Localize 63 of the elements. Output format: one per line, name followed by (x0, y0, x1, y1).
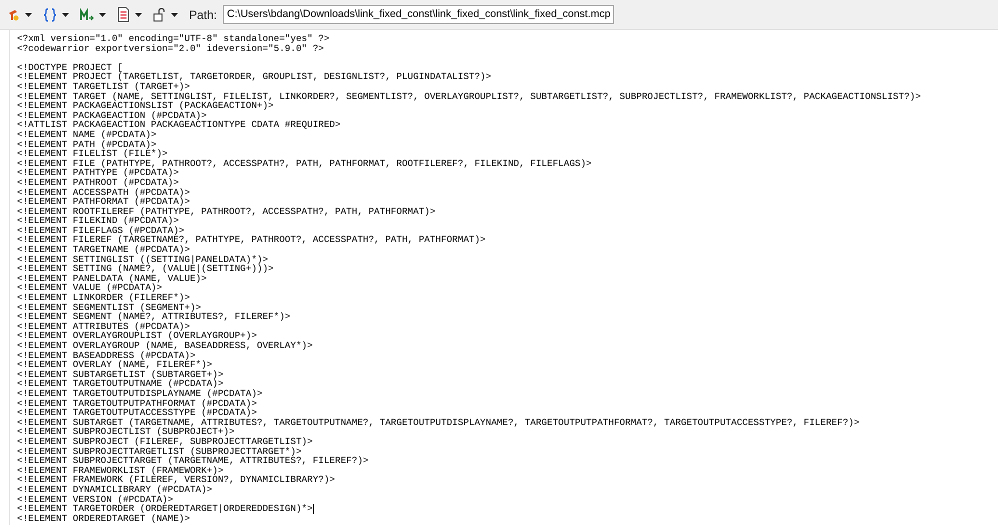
code-line: <!ELEMENT OVERLAY (NAME, FILEREF*)> (17, 360, 212, 370)
code-line: <!ELEMENT ACCESSPATH (#PCDATA)> (17, 188, 190, 198)
code-line: <!ELEMENT SUBTARGETLIST (SUBTARGET+)> (17, 370, 224, 380)
code-line: <!ELEMENT PATHTYPE (#PCDATA)> (17, 168, 179, 178)
code-line: <!ELEMENT PATHFORMAT (#PCDATA)> (17, 197, 190, 207)
code-line: <!ELEMENT ORDEREDTARGET (NAME)> (17, 514, 190, 524)
code-line: <!ELEMENT OVERLAYGROUPLIST (OVERLAYGROUP+)> (17, 331, 257, 341)
code-line: <!ELEMENT TARGETNAME (#PCDATA)> (17, 245, 190, 255)
code-line: <!ELEMENT SEGMENTLIST (SEGMENT+)> (17, 302, 202, 312)
code-line: <!ELEMENT TARGETOUTPUTDISPLAYNAME (#PCDATA)> (17, 388, 262, 399)
code-line: <!ELEMENT SUBPROJECTLIST (SUBPROJECT+)> (17, 427, 235, 437)
code-line: <!ELEMENT TARGETORDER (ORDEREDTARGET|ORDEREDDESIGN)*> (17, 504, 313, 514)
code-line: <?xml version="1.0" encoding="UTF-8" standalone="yes" ?> (17, 34, 330, 44)
code-line: <!ELEMENT FILEREF (TARGETNAME?, PATHTYPE, PATHROOT?, ACCESSPATH?, PATH, PATHFORMAT)> (17, 235, 486, 246)
code-line: <!ELEMENT SETTINGLIST ((SETTING|PANELDATA)*)> (17, 254, 268, 264)
code-line: <!ELEMENT PROJECT (TARGETLIST, TARGETORDER, GROUPLIST, DESIGNLIST?, PLUGINDATALIST?)> (17, 72, 492, 82)
code-line: <!ELEMENT FILEKIND (#PCDATA)> (17, 216, 179, 226)
code-line: <!DOCTYPE PROJECT [ (17, 62, 124, 72)
code-line: <!ELEMENT TARGETOUTPUTPATHFORMAT (#PCDATA)> (17, 398, 257, 408)
padlock-icon (153, 8, 166, 22)
code-line: <!ELEMENT TARGETOUTPUTNAME (#PCDATA)> (17, 379, 224, 389)
code-line: <!ELEMENT PATHROOT (#PCDATA)> (17, 178, 179, 188)
code-line: <!ELEMENT OVERLAYGROUP (NAME, BASEADDRESS, OVERLAY*)> (17, 341, 313, 351)
code-line: <!ELEMENT BASEADDRESS (#PCDATA)> (17, 350, 196, 360)
caret-icon (99, 12, 106, 16)
code-line: <!ELEMENT ROOTFILEREF (PATHTYPE, PATHROOT?, ACCESSPATH?, PATH, PATHFORMAT)> (17, 206, 436, 216)
caret-icon (25, 12, 32, 16)
code-line: <!ELEMENT TARGET (NAME, SETTINGLIST, FILELIST, LINKORDER?, SEGMENTLIST?, OVERLAYGROUPLIST?, SUBTARGETLIST?, SUBPROJECTLIST?, FRAMEWORKLIST?, PACKAGEACTIONSLIST?)> (17, 92, 921, 102)
code-line: <!ELEMENT PACKAGEACTION (#PCDATA)> (17, 110, 207, 120)
code-line: <!ELEMENT TARGETLIST (TARGET+)> (17, 82, 190, 92)
caret-icon (171, 12, 178, 16)
code-line: <!ELEMENT SETTING (NAME?, (VALUE|(SETTING+)))> (17, 264, 274, 274)
code-line: <!ELEMENT SUBPROJECTTARGET (TARGETNAME, ATTRIBUTES?, FILEREF?)> (17, 456, 368, 466)
m-arrow-icon (80, 8, 94, 22)
code-line: <!ELEMENT SUBPROJECT (FILEREF, SUBPROJECTTARGETLIST)> (17, 436, 313, 447)
code-line: <!ELEMENT NAME (#PCDATA)> (17, 130, 156, 140)
code-line: <!ELEMENT PANELDATA (NAME, VALUE)> (17, 274, 207, 284)
code-line: <!ELEMENT FILE (PATHTYPE, PATHROOT?, ACCESSPATH?, PATH, PATHFORMAT, ROOTFILEREF?, FILEKIND, FILEFLAGS)> (17, 158, 592, 168)
code-line: <!ELEMENT PATH (#PCDATA)> (17, 140, 156, 150)
code-line: <!ATTLIST PACKAGEACTION PACKAGEACTIONTYPE CDATA #REQUIRED> (17, 120, 341, 130)
code-line: <!ELEMENT LINKORDER (FILEREF*)> (17, 293, 190, 303)
code-line: <!ELEMENT FILELIST (FILE*)> (17, 149, 168, 159)
code-line: <!ELEMENT PACKAGEACTIONSLIST (PACKAGEACTION+)> (17, 101, 274, 111)
path-label: Path: (189, 6, 218, 24)
document-icon (117, 7, 130, 22)
code-line: <!ELEMENT SUBTARGET (TARGETNAME, ATTRIBUTES?, TARGETOUTPUTNAME?, TARGETOUTPUTDISPLAYNAME?, TARGETOUTPUTPATHFORMAT?, TARGETOUTPUTACCESSTYPE?, FILEREF?)> (17, 418, 860, 428)
code-line: <?codewarrior exportversion="2.0" ideversion="5.9.0" ?> (17, 44, 324, 54)
code-line: <!ELEMENT SUBPROJECTTARGETLIST (SUBPROJECTTARGET*)> (17, 446, 302, 456)
code-line: <!ELEMENT FRAMEWORKLIST (FRAMEWORK+)> (17, 466, 224, 476)
caret-icon (62, 12, 69, 16)
text-cursor (312, 504, 314, 514)
toolbar-button[interactable] (115, 4, 144, 24)
path-field[interactable]: C:\Users\bdang\Downloads\link_fixed_const\link_fixed_const\link_fixed_const.mcp (223, 5, 614, 24)
code-line: <!ELEMENT SEGMENT (NAME?, ATTRIBUTES?, FILEREF*)> (17, 312, 290, 322)
code-line: <!ELEMENT VERSION (#PCDATA)> (17, 494, 174, 504)
braces-icon (43, 8, 57, 22)
code-line: <!ELEMENT FRAMEWORK (FILEREF, VERSION?, DYNAMICLIBRARY?)> (17, 475, 336, 485)
code-line: <!ELEMENT FILEFLAGS (#PCDATA)> (17, 226, 184, 236)
code-line: <!ELEMENT DYNAMICLIBRARY (#PCDATA)> (17, 484, 212, 494)
code-line: <!ELEMENT ATTRIBUTES (#PCDATA)> (17, 322, 190, 332)
code-line: <!ELEMENT TARGETOUTPUTACCESSTYPE (#PCDATA)> (17, 408, 257, 418)
caret-icon (135, 12, 142, 16)
code-line: <!ELEMENT VALUE (#PCDATA)> (17, 283, 162, 294)
